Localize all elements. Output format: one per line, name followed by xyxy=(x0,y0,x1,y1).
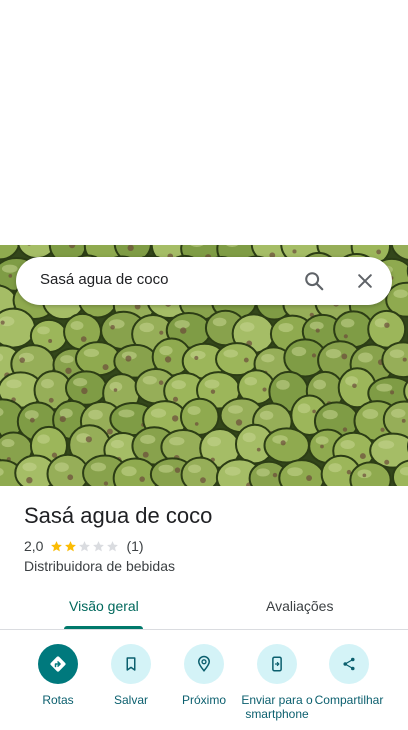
bookmark-icon xyxy=(111,644,151,684)
review-count[interactable]: (1) xyxy=(126,538,143,554)
active-tab-indicator xyxy=(64,626,143,629)
star-filled-icon xyxy=(65,540,77,551)
place-title: Sasá agua de coco xyxy=(24,503,213,528)
coconut xyxy=(278,459,326,486)
directions-label: Rotas xyxy=(42,693,74,707)
rating-row[interactable]: 2,0 (1) xyxy=(24,538,144,554)
star-empty-icon xyxy=(93,540,105,551)
search-query[interactable]: Sasá agua de coco xyxy=(40,271,168,288)
rating-stars xyxy=(50,540,120,553)
tab-bar: Visão geral Avaliações xyxy=(0,590,408,630)
coconut xyxy=(263,427,310,464)
tab-reviews[interactable]: Avaliações xyxy=(266,598,333,614)
map-area[interactable] xyxy=(0,0,408,245)
star-empty-icon xyxy=(79,540,91,551)
coconut xyxy=(74,341,121,377)
nearby-button[interactable]: Próximo xyxy=(164,644,244,707)
search-icon[interactable] xyxy=(302,269,326,293)
rating-value: 2,0 xyxy=(24,538,44,554)
send-to-phone-icon xyxy=(257,644,297,684)
send-to-phone-button[interactable]: Enviar para o smartphone xyxy=(237,644,317,721)
directions-button[interactable]: Rotas xyxy=(18,644,98,707)
star-filled-icon xyxy=(51,540,63,551)
search-bar[interactable]: Sasá agua de coco xyxy=(16,257,392,305)
send-to-phone-label: Enviar para o smartphone xyxy=(241,693,313,721)
share-icon xyxy=(329,644,369,684)
tab-overview[interactable]: Visão geral xyxy=(69,598,139,614)
save-button[interactable]: Salvar xyxy=(91,644,171,707)
share-label: Compartilhar xyxy=(314,693,384,707)
place-category[interactable]: Distribuidora de bebidas xyxy=(24,558,175,574)
directions-icon xyxy=(38,644,78,684)
coconut xyxy=(64,370,108,406)
save-label: Salvar xyxy=(113,693,148,707)
nearby-icon xyxy=(184,644,224,684)
action-bar: Rotas Salvar Próximo Enviar para o smart… xyxy=(0,640,408,730)
share-button[interactable]: Compartilhar xyxy=(309,644,389,707)
coconut xyxy=(0,307,37,349)
coconut xyxy=(180,456,220,486)
star-empty-icon xyxy=(107,540,119,551)
close-icon[interactable] xyxy=(353,269,377,293)
coconut xyxy=(46,453,90,486)
nearby-label: Próximo xyxy=(181,693,226,707)
